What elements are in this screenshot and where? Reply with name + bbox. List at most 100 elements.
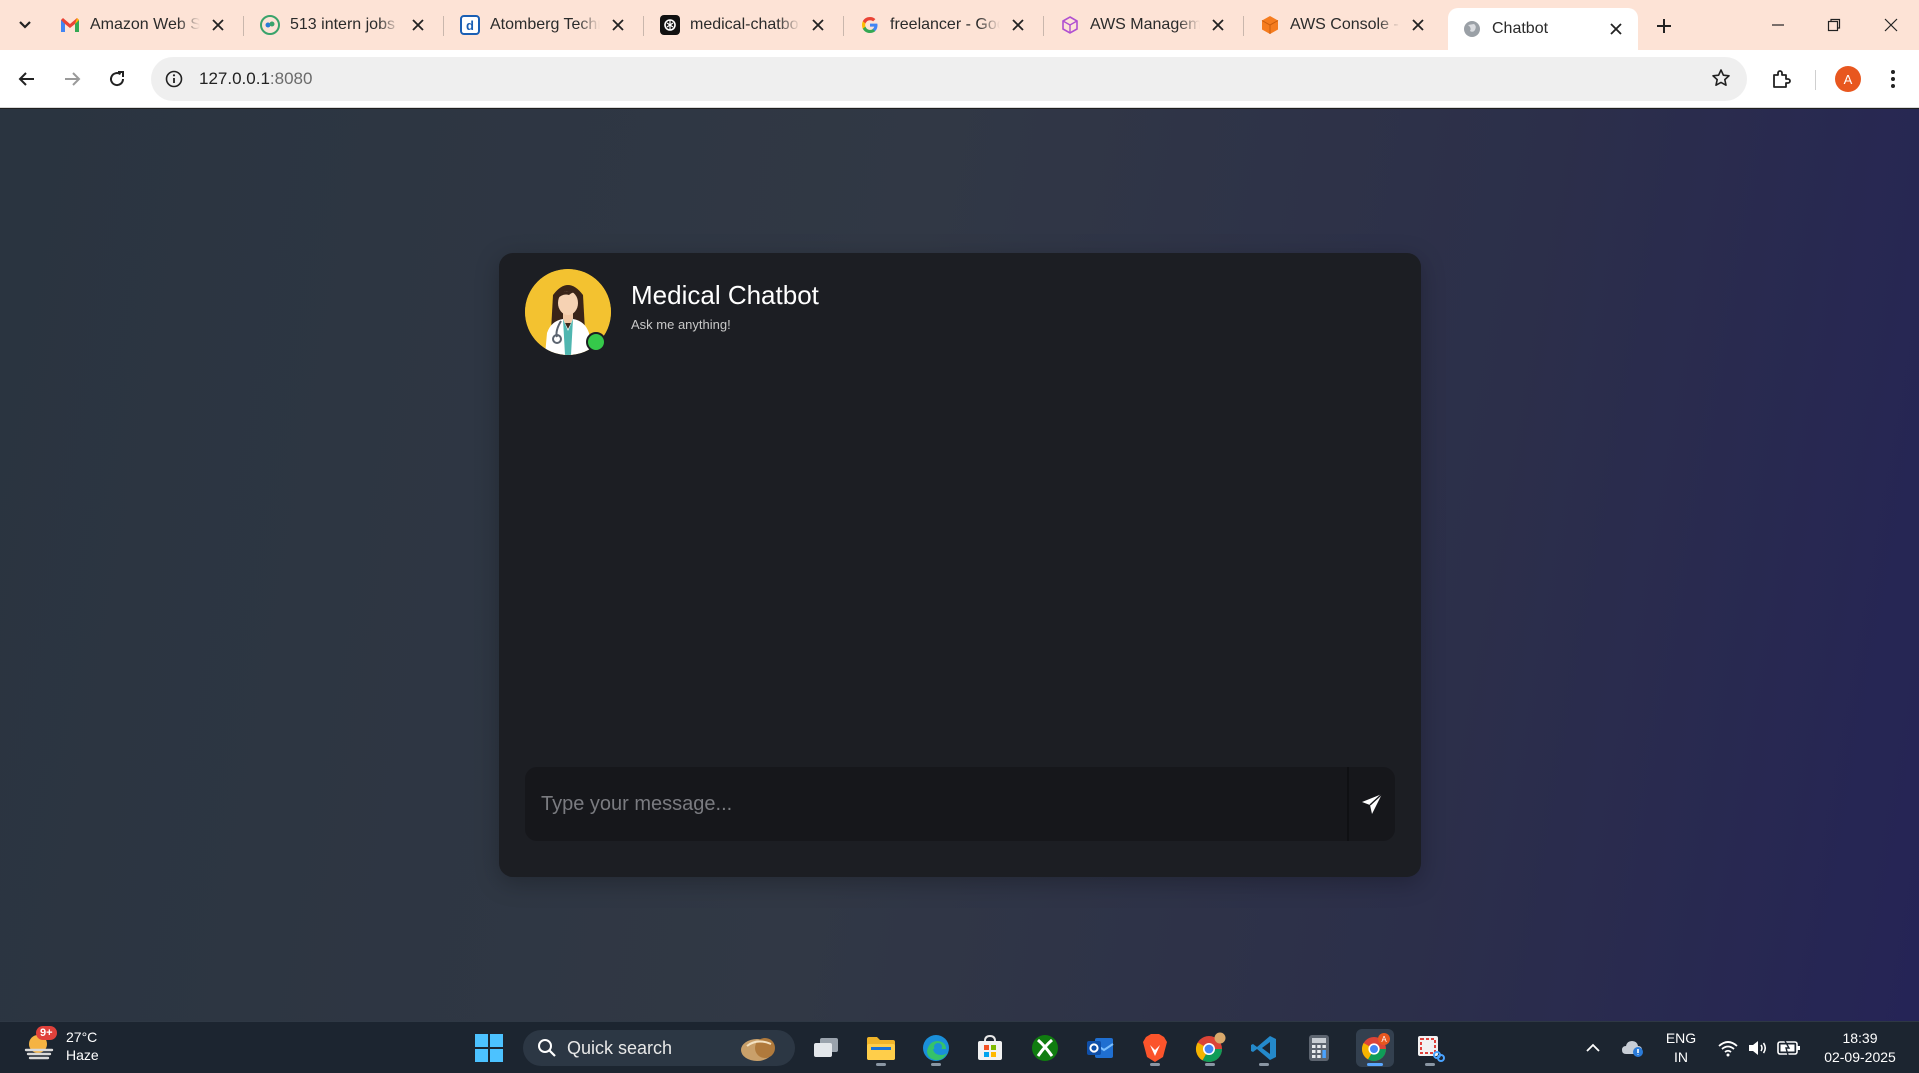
clock-date: 02-09-2025 <box>1824 1049 1896 1065</box>
edge-icon <box>923 1035 949 1061</box>
close-icon <box>1884 18 1898 32</box>
address-bar[interactable]: 127.0.0.1:8080 <box>151 57 1747 101</box>
tab-title: medical-chatbot <box>690 16 800 33</box>
clock-time: 18:39 <box>1842 1030 1878 1046</box>
xbox-button[interactable] <box>1026 1029 1064 1067</box>
file-explorer-button[interactable] <box>862 1029 900 1067</box>
taskbar-search[interactable]: Quick search <box>523 1030 795 1066</box>
chevron-down-icon <box>19 21 31 29</box>
site-info-icon[interactable] <box>163 68 185 90</box>
outlook-button[interactable] <box>1081 1029 1119 1067</box>
gmail-icon <box>60 15 80 35</box>
close-icon[interactable] <box>1408 15 1428 35</box>
close-window-button[interactable] <box>1863 0 1919 50</box>
microsoft-store-button[interactable] <box>971 1029 1009 1067</box>
close-icon[interactable] <box>1208 15 1228 35</box>
online-status-indicator <box>586 332 606 352</box>
restore-icon <box>1827 18 1841 32</box>
google-icon <box>860 15 880 35</box>
send-button[interactable] <box>1349 767 1395 841</box>
minimize-button[interactable] <box>1750 0 1806 50</box>
browser-menu-button[interactable] <box>1880 62 1906 96</box>
volume-icon[interactable] <box>1744 1022 1772 1073</box>
tab-title: Amazon Web Se <box>90 16 200 33</box>
weather-badge: 9+ <box>36 1026 57 1040</box>
vscode-button[interactable] <box>1245 1029 1283 1067</box>
start-button[interactable] <box>470 1029 508 1067</box>
puzzle-icon <box>1773 70 1791 88</box>
battery-icon[interactable] <box>1774 1022 1804 1073</box>
tab-chatbot[interactable]: Chatbot <box>1448 8 1638 50</box>
close-icon[interactable] <box>408 15 428 35</box>
language-indicator[interactable]: ENG IN <box>1658 1029 1704 1067</box>
tab-atomberg[interactable]: d Atomberg Techn <box>446 8 640 42</box>
forward-button[interactable] <box>55 62 89 96</box>
reload-button[interactable] <box>100 62 134 96</box>
chrome-active-button[interactable]: A <box>1356 1029 1394 1067</box>
tray-overflow-button[interactable] <box>1576 1022 1610 1073</box>
calculator-button[interactable] <box>1300 1029 1338 1067</box>
tab-strip: Amazon Web Se 513 intern jobs in d Atomb… <box>0 0 1919 50</box>
tab-medical-chatbot[interactable]: medical-chatbot <box>646 8 840 42</box>
openai-icon <box>660 15 680 35</box>
chrome-profile-button[interactable] <box>1191 1029 1229 1067</box>
taskbar: 9+ 27°C Haze Quick search A ENG IN 18:39… <box>0 1021 1919 1073</box>
browser-toolbar: 127.0.0.1:8080 <box>0 50 1919 108</box>
aws-cube-icon <box>1060 15 1080 35</box>
restore-button[interactable] <box>1806 0 1862 50</box>
bookmark-star-icon[interactable] <box>1711 68 1733 90</box>
profile-avatar[interactable]: A <box>1835 66 1861 92</box>
tab-aws-management[interactable]: AWS Manageme <box>1046 8 1240 42</box>
language-line1: ENG <box>1665 1030 1697 1046</box>
brave-icon <box>1143 1034 1167 1062</box>
search-icon <box>538 1039 556 1057</box>
snipping-tool-button[interactable] <box>1411 1029 1449 1067</box>
windows-icon <box>475 1034 503 1062</box>
weather-widget[interactable]: 9+ 27°C Haze <box>22 1026 99 1064</box>
task-view-icon <box>814 1038 838 1057</box>
tab-title: 513 intern jobs in <box>290 16 400 33</box>
cloud-icon <box>1622 1041 1643 1057</box>
message-composer <box>525 767 1395 841</box>
wifi-icon[interactable] <box>1714 1022 1742 1073</box>
new-tab-button[interactable] <box>1650 12 1678 40</box>
kebab-menu-icon <box>1891 70 1895 88</box>
task-view-button[interactable] <box>807 1029 845 1067</box>
message-input[interactable] <box>525 767 1347 841</box>
weather-haze-icon: 9+ <box>22 1026 58 1064</box>
plus-icon <box>1657 19 1671 33</box>
tab-title: AWS Console - S <box>1290 16 1400 33</box>
tab-amazon-web-services[interactable]: Amazon Web Se <box>46 8 240 42</box>
tab-title: AWS Manageme <box>1090 16 1200 33</box>
page-background: Medical Chatbot Ask me anything! <box>0 109 1919 1021</box>
edge-button[interactable] <box>917 1029 955 1067</box>
tab-aws-console[interactable]: AWS Console - S <box>1246 8 1440 42</box>
tab-freelancer-google[interactable]: freelancer - Goo <box>846 8 1040 42</box>
brave-button[interactable] <box>1136 1029 1174 1067</box>
arrow-left-icon <box>18 72 34 86</box>
tab-title: Atomberg Techn <box>490 16 600 33</box>
outlook-icon <box>1087 1038 1114 1058</box>
tab-search-button[interactable] <box>9 10 41 40</box>
chrome-icon: A <box>1361 1033 1390 1062</box>
back-button[interactable] <box>10 62 44 96</box>
close-icon[interactable] <box>208 15 228 35</box>
clock[interactable]: 18:39 02-09-2025 <box>1810 1029 1910 1067</box>
temperature: 27°C <box>66 1029 98 1045</box>
close-icon[interactable] <box>608 15 628 35</box>
language-line2: IN <box>1674 1049 1688 1065</box>
message-list <box>525 371 1395 751</box>
tab-intern-jobs[interactable]: 513 intern jobs in <box>246 8 440 42</box>
xbox-icon <box>1032 1035 1058 1061</box>
tab-title: Chatbot <box>1492 20 1549 37</box>
close-icon[interactable] <box>1008 15 1028 35</box>
url-port: :8080 <box>269 69 313 88</box>
extensions-button[interactable] <box>1764 62 1798 96</box>
calculator-icon <box>1309 1035 1329 1061</box>
onedrive-tray-icon[interactable] <box>1618 1022 1648 1073</box>
weather-condition: Haze <box>66 1047 99 1063</box>
close-icon[interactable] <box>1606 19 1626 39</box>
arrow-right-icon <box>65 72 81 86</box>
vscode-icon <box>1251 1036 1276 1060</box>
close-icon[interactable] <box>808 15 828 35</box>
